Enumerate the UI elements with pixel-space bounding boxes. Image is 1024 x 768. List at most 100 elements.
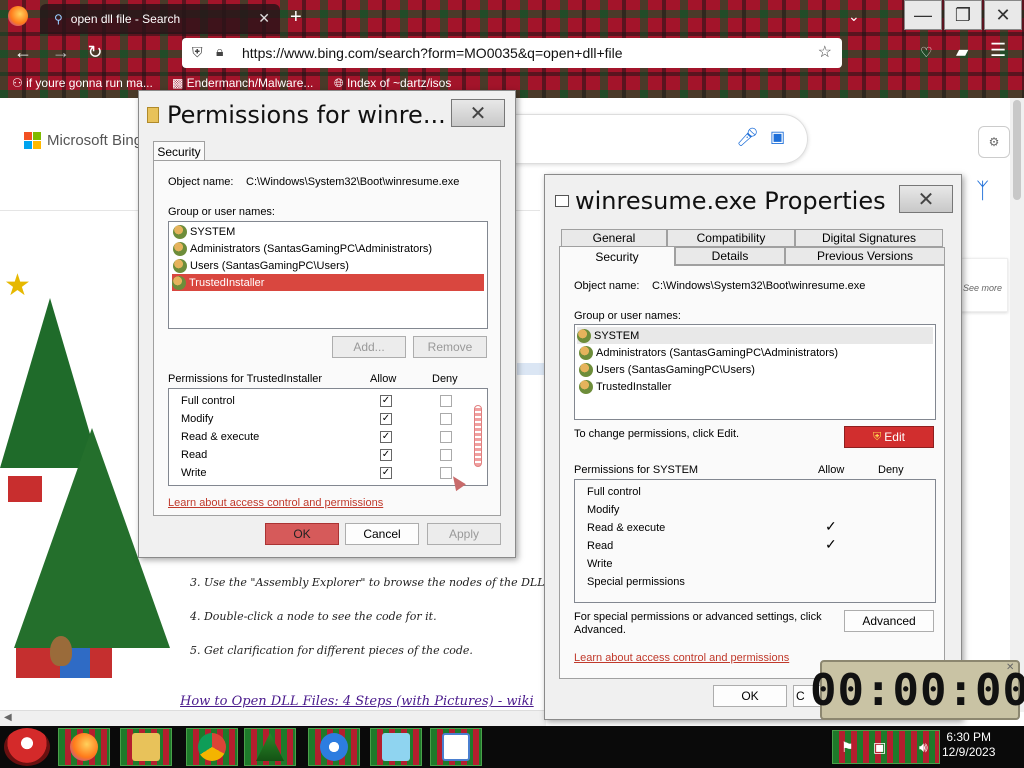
horizontal-scrollbar[interactable]: ◀ <box>0 710 546 726</box>
cancel-button[interactable]: Cancel <box>345 523 419 545</box>
firefox-taskbar-icon[interactable] <box>58 728 110 766</box>
close-window-button[interactable]: ✕ <box>984 0 1022 30</box>
deny-checkbox[interactable] <box>440 395 452 407</box>
perm-write: Write <box>587 558 613 570</box>
special-permissions-text: For special permissions or advanced sett… <box>574 611 822 636</box>
tray-area: ⚑ ▣ 🔊︎ <box>832 730 940 764</box>
menu-icon[interactable]: ☰ <box>990 40 1006 61</box>
reload-icon[interactable]: ↻ <box>84 42 106 63</box>
ok-button[interactable]: OK <box>265 523 339 545</box>
christmas-app-taskbar-icon[interactable] <box>244 728 296 766</box>
tab-security[interactable]: Security <box>153 141 205 161</box>
user-group-icon <box>579 362 593 377</box>
pocket-icon[interactable]: ♡ <box>920 44 933 61</box>
bookmark-1[interactable]: ⚇ if youre gonna run ma... <box>12 76 153 90</box>
page-scrollbar[interactable] <box>1010 98 1024 712</box>
allow-checkbox[interactable]: ✓ <box>380 467 392 479</box>
allow-header: Allow <box>818 464 845 476</box>
learn-access-control-link[interactable]: Learn about access control and permissio… <box>574 652 789 664</box>
dialog-close-button[interactable]: ✕ <box>899 185 953 213</box>
perm-read: Read <box>181 449 208 461</box>
file-explorer-taskbar-icon[interactable] <box>120 728 172 766</box>
allow-checkbox[interactable]: ✓ <box>380 449 392 461</box>
tab-security[interactable]: Security <box>559 246 675 266</box>
forward-icon[interactable]: → <box>50 42 72 63</box>
url-bar[interactable]: ⛨ 🔒︎ https://www.bing.com/search?form=MO… <box>182 38 842 68</box>
edit-button[interactable]: ⛨ Edit <box>844 426 934 448</box>
uac-shield-icon: ⛨ <box>873 430 882 443</box>
visual-search-icon[interactable]: ▣ <box>770 127 785 147</box>
result-title[interactable]: How to Open DLL Files: 4 Steps (with Pic… <box>180 694 544 709</box>
user-row-administrators[interactable]: Administrators (SantasGamingPC\Administr… <box>173 240 432 257</box>
globe-icon: 🌐︎ <box>334 76 347 90</box>
user-row-trustedinstaller[interactable]: TrustedInstaller <box>579 378 671 395</box>
tab-digital-signatures[interactable]: Digital Signatures <box>795 229 943 247</box>
firefox-icon[interactable] <box>8 6 28 26</box>
volume-icon[interactable]: 🔊︎ <box>919 739 928 756</box>
user-group-icon <box>173 258 187 273</box>
deny-checkbox[interactable] <box>440 431 452 443</box>
copilot-icon[interactable]: ᛉ <box>976 178 989 204</box>
step-4: 4. Double-click a node to see the code f… <box>190 610 437 623</box>
wordpad-taskbar-icon[interactable] <box>430 728 482 766</box>
add-button[interactable]: Add... <box>332 336 406 358</box>
user-row-trustedinstaller[interactable]: TrustedInstaller <box>172 274 484 291</box>
deny-checkbox[interactable] <box>440 413 452 425</box>
allow-checkbox[interactable]: ✓ <box>380 395 392 407</box>
bookmark-star-icon[interactable]: ☆ <box>818 42 832 62</box>
tab-general[interactable]: General <box>561 229 667 247</box>
learn-access-control-link[interactable]: Learn about access control and permissio… <box>168 497 383 509</box>
close-tab-icon[interactable]: ✕ <box>258 10 270 27</box>
user-list[interactable]: SYSTEM Administrators (SantasGamingPC\Ad… <box>574 324 936 420</box>
minimize-button[interactable]: — <box>904 0 942 30</box>
bookmark-2[interactable]: ▩ Endermanch/Malware... <box>172 76 313 90</box>
user-row-system[interactable]: SYSTEM <box>173 223 235 240</box>
taskbar-clock[interactable]: 6:30 PM 12/9/2023 <box>942 730 995 760</box>
messenger-taskbar-icon[interactable] <box>308 728 360 766</box>
tab-list-icon[interactable]: ⌄ <box>848 8 860 25</box>
tab-details[interactable]: Details <box>675 247 785 265</box>
maximize-button[interactable]: ❐ <box>944 0 982 30</box>
perm-full-control: Full control <box>181 395 235 407</box>
deny-checkbox[interactable] <box>440 449 452 461</box>
remove-button[interactable]: Remove <box>413 336 487 358</box>
tab-previous-versions[interactable]: Previous Versions <box>785 247 945 265</box>
permissions-dialog: Permissions for winre... ✕ Security Obje… <box>138 90 516 558</box>
apply-button[interactable]: Apply <box>427 523 501 545</box>
perm-read-execute: Read & execute <box>587 522 666 534</box>
notepad-taskbar-icon[interactable] <box>370 728 422 766</box>
user-row-administrators[interactable]: Administrators (SantasGamingPC\Administr… <box>579 344 838 361</box>
user-list[interactable]: SYSTEM Administrators (SantasGamingPC\Ad… <box>168 221 488 329</box>
network-icon[interactable]: ▣ <box>873 739 886 756</box>
user-row-users[interactable]: Users (SantasGamingPC\Users) <box>173 257 349 274</box>
bing-logo[interactable]: Microsoft Bing <box>24 132 142 149</box>
folder-icon <box>147 107 159 123</box>
start-button[interactable] <box>4 728 50 766</box>
chrome-taskbar-icon[interactable] <box>186 728 238 766</box>
permissions-scrollbar[interactable] <box>474 405 482 467</box>
dialog-close-button[interactable]: ✕ <box>451 99 505 127</box>
timer-close-icon[interactable]: ✕ <box>1006 662 1014 673</box>
microphone-icon[interactable]: 🎤︎ <box>736 127 759 148</box>
user-row-system[interactable]: SYSTEM <box>577 327 933 344</box>
back-icon[interactable]: ← <box>12 42 34 63</box>
extensions-icon[interactable]: ▰ <box>956 42 968 62</box>
advanced-button[interactable]: Advanced <box>844 610 934 632</box>
user-group-icon <box>577 328 591 343</box>
allow-checkbox[interactable]: ✓ <box>380 431 392 443</box>
table-region <box>512 323 546 393</box>
search-box[interactable]: 🎤︎ ▣ <box>512 114 808 164</box>
browser-tab[interactable]: ⚲ open dll file - Search ✕ <box>40 4 280 34</box>
bookmark-3[interactable]: 🌐︎ Index of ~dartz/isos <box>334 76 451 91</box>
flag-icon[interactable]: ⚑ <box>841 739 854 756</box>
ok-button[interactable]: OK <box>713 685 787 707</box>
rewards-icon[interactable]: ⚙ <box>978 126 1010 158</box>
deny-header: Deny <box>432 373 458 385</box>
allow-checkbox[interactable]: ✓ <box>380 413 392 425</box>
new-tab-button[interactable]: + <box>290 6 302 29</box>
user-row-users[interactable]: Users (SantasGamingPC\Users) <box>579 361 755 378</box>
side-card: See more <box>960 258 1008 312</box>
url-text: https://www.bing.com/search?form=MO0035&… <box>242 45 623 61</box>
perm-write: Write <box>181 467 207 479</box>
tab-compatibility[interactable]: Compatibility <box>667 229 795 247</box>
